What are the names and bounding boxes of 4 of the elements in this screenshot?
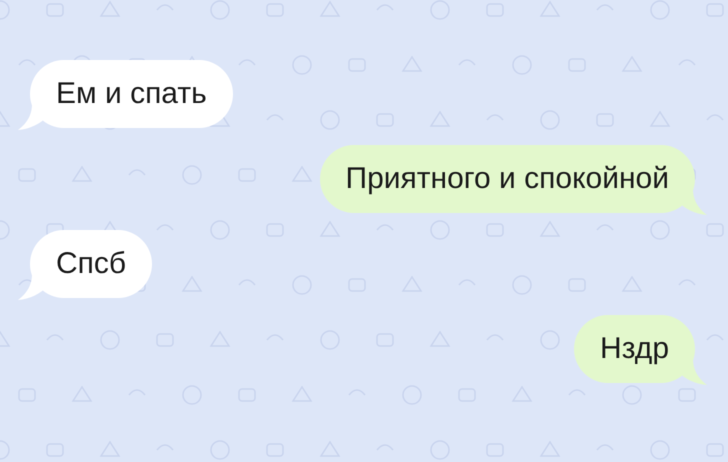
message-bubble: Ем и спать bbox=[30, 60, 233, 128]
message-bubble: Нздр bbox=[574, 315, 695, 383]
message-bubble: Спсб bbox=[30, 230, 152, 298]
message-bubble: Приятного и спокойной bbox=[320, 145, 695, 213]
